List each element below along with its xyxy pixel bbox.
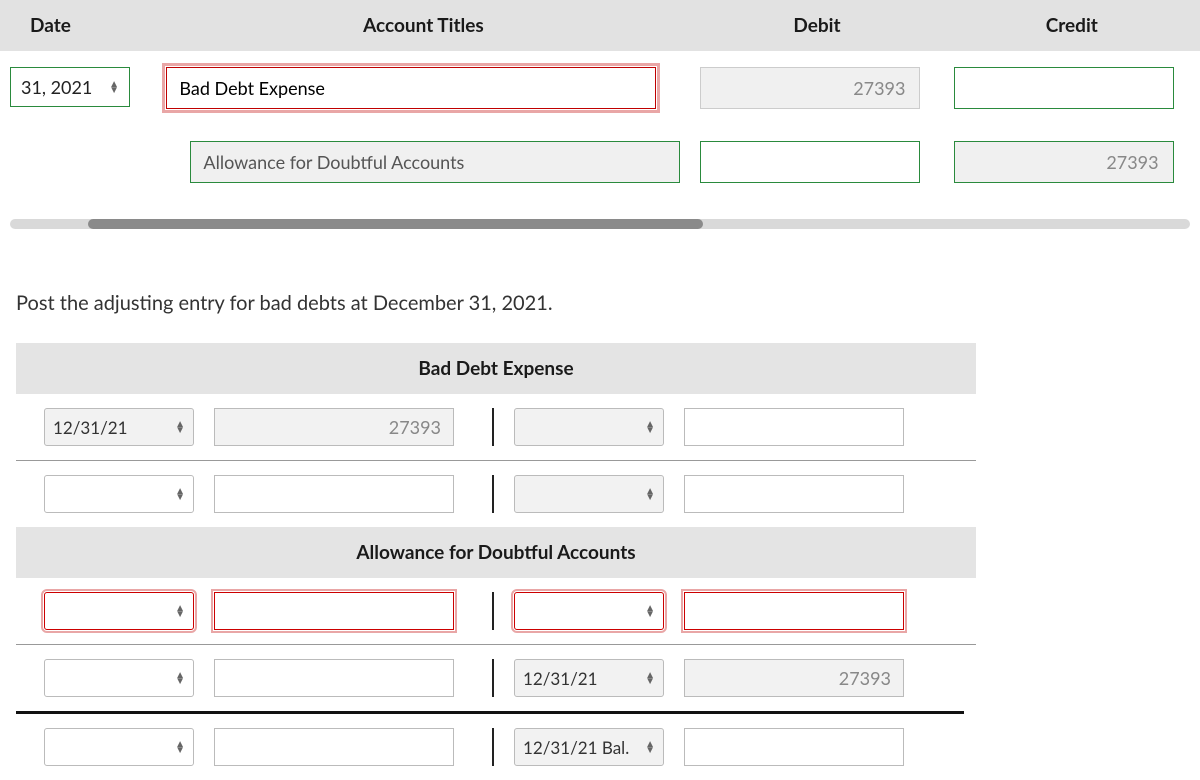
horizontal-scrollbar[interactable] (10, 219, 1190, 229)
t-account-row: ▲▼ ▲▼ (16, 461, 976, 527)
taccount-date-select[interactable]: ▲▼ (514, 408, 664, 446)
instruction-text: Post the adjusting entry for bad debts a… (16, 291, 1200, 315)
taccount-amount-input[interactable] (684, 408, 904, 446)
taccount-date-select[interactable]: ▲▼ (514, 475, 664, 513)
t-account-title: Bad Debt Expense (16, 343, 976, 394)
taccount-date-value: 12/31/21 (523, 668, 598, 689)
taccount-date-select[interactable]: ▲▼ (514, 592, 664, 630)
t-account-row: ▲▼ ▲▼ (16, 578, 976, 645)
journal-scroll-wrap: Date Account Titles Debit Credit 31, 202… (0, 0, 1200, 229)
stepper-icon: ▲▼ (645, 672, 655, 684)
stepper-icon: ▲▼ (175, 488, 185, 500)
taccount-date-value: 12/31/21 (53, 417, 128, 438)
journal-table: Date Account Titles Debit Credit 31, 202… (0, 0, 1200, 199)
taccount-amount-input[interactable] (684, 592, 904, 630)
stepper-icon: ▲▼ (175, 672, 185, 684)
account-title-input[interactable] (166, 67, 656, 109)
t-account-area: Bad Debt Expense 12/31/21 ▲▼ ▲▼ ▲▼ (16, 343, 976, 780)
stepper-icon: ▲▼ (645, 605, 655, 617)
taccount-date-select[interactable]: ▲▼ (44, 475, 194, 513)
stepper-icon: ▲▼ (109, 81, 119, 93)
taccount-date-select[interactable]: 12/31/21 Bal. ▲▼ (514, 728, 664, 766)
taccount-date-value: 12/31/21 Bal. (523, 737, 629, 758)
taccount-date-select[interactable]: ▲▼ (44, 659, 194, 697)
stepper-icon: ▲▼ (175, 741, 185, 753)
taccount-date-select[interactable]: ▲▼ (44, 592, 194, 630)
journal-row: 31, 2021 ▲▼ (0, 51, 1200, 125)
taccount-amount-input[interactable] (684, 659, 904, 697)
credit-input[interactable] (954, 67, 1174, 109)
stepper-icon: ▲▼ (645, 488, 655, 500)
scrollbar-thumb[interactable] (88, 219, 703, 229)
journal-row (0, 125, 1200, 199)
stepper-icon: ▲▼ (175, 421, 185, 433)
t-account-row: ▲▼ 12/31/21 Bal. ▲▼ (16, 714, 976, 780)
col-titles: Account Titles (156, 0, 690, 51)
t-account-row: 12/31/21 ▲▼ ▲▼ (16, 394, 976, 461)
taccount-amount-input[interactable] (684, 728, 904, 766)
taccount-amount-input[interactable] (214, 408, 454, 446)
taccount-amount-input[interactable] (214, 592, 454, 630)
taccount-date-select[interactable]: ▲▼ (44, 728, 194, 766)
col-credit: Credit (944, 0, 1200, 51)
taccount-date-select[interactable]: 12/31/21 ▲▼ (44, 408, 194, 446)
account-title-input[interactable] (190, 141, 680, 183)
taccount-amount-input[interactable] (214, 659, 454, 697)
taccount-amount-input[interactable] (684, 475, 904, 513)
taccount-amount-input[interactable] (214, 728, 454, 766)
debit-input[interactable] (700, 141, 920, 183)
stepper-icon: ▲▼ (175, 605, 185, 617)
date-select[interactable]: 31, 2021 ▲▼ (10, 67, 130, 107)
t-account-row: ▲▼ 12/31/21 ▲▼ (16, 645, 976, 711)
credit-input[interactable] (954, 141, 1174, 183)
col-debit: Debit (690, 0, 943, 51)
stepper-icon: ▲▼ (645, 421, 655, 433)
taccount-amount-input[interactable] (214, 475, 454, 513)
stepper-icon: ▲▼ (645, 741, 655, 753)
taccount-date-select[interactable]: 12/31/21 ▲▼ (514, 659, 664, 697)
debit-input[interactable] (700, 67, 920, 109)
date-select-value: 31, 2021 (21, 76, 92, 98)
t-account-title: Allowance for Doubtful Accounts (16, 527, 976, 578)
col-date: Date (0, 0, 156, 51)
